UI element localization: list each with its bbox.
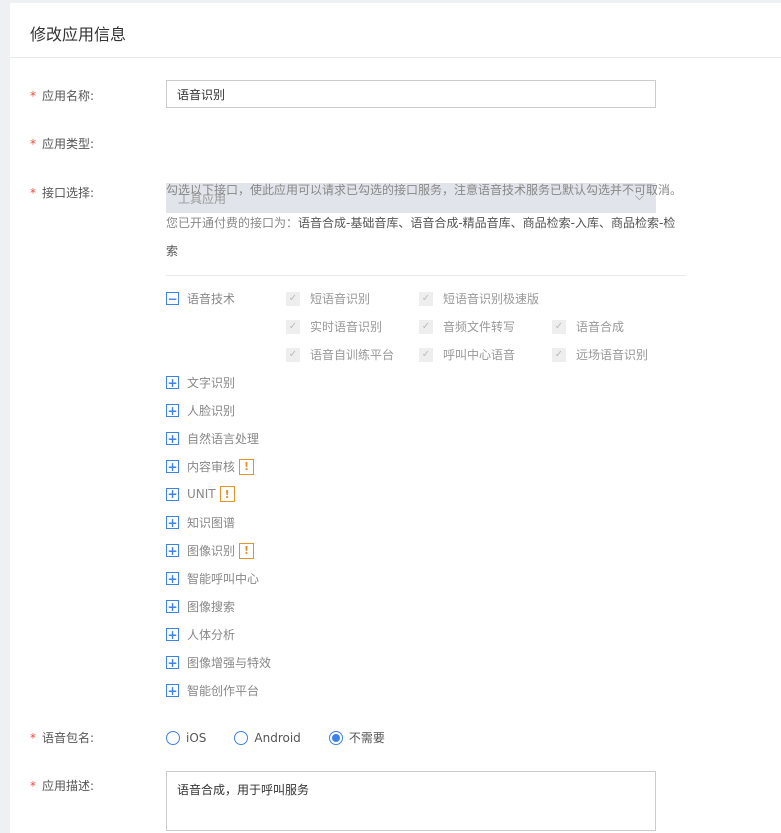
desc-label: * 应用描述: bbox=[30, 779, 95, 793]
check-icon: ✓ bbox=[419, 347, 433, 362]
api-checkbox: ✓ 语音合成 bbox=[552, 318, 624, 335]
tree-node[interactable]: + 图像识别! bbox=[166, 542, 255, 559]
check-icon: ✓ bbox=[552, 347, 566, 362]
check-icon: ✓ bbox=[419, 319, 433, 334]
tree-node[interactable]: + 知识图谱 bbox=[166, 514, 235, 531]
tree-node[interactable]: + 人脸识别 bbox=[166, 402, 235, 419]
expand-icon[interactable]: + bbox=[166, 600, 179, 613]
check-icon: ✓ bbox=[419, 291, 433, 306]
collapse-icon[interactable]: − bbox=[166, 292, 179, 305]
tree-node[interactable]: + 图像增强与特效 bbox=[166, 654, 271, 671]
expand-icon[interactable]: + bbox=[166, 516, 179, 529]
tree-node-speech[interactable]: − 语音技术 bbox=[166, 290, 235, 307]
warning-icon: ! bbox=[239, 542, 255, 559]
expand-icon[interactable]: + bbox=[166, 544, 179, 557]
radio-android[interactable]: Android bbox=[234, 729, 301, 746]
page-title: 修改应用信息 bbox=[10, 3, 781, 58]
api-label: * 接口选择: bbox=[30, 186, 95, 200]
api-checkbox: ✓ 短语音识别 bbox=[286, 290, 370, 307]
type-label: * 应用类型: bbox=[30, 137, 95, 151]
tree-node[interactable]: + 人体分析 bbox=[166, 626, 235, 643]
expand-icon[interactable]: + bbox=[166, 376, 179, 389]
tree-node[interactable]: + 图像搜索 bbox=[166, 598, 235, 615]
app-name-input[interactable] bbox=[166, 80, 656, 108]
tree-node[interactable]: + 智能创作平台 bbox=[166, 682, 259, 699]
api-checkbox: ✓ 呼叫中心语音 bbox=[419, 346, 515, 363]
check-icon: ✓ bbox=[286, 291, 300, 306]
warning-icon: ! bbox=[239, 458, 255, 475]
tree-node[interactable]: + 文字识别 bbox=[166, 374, 235, 391]
radio-ios[interactable]: iOS bbox=[166, 729, 206, 746]
expand-icon[interactable]: + bbox=[166, 487, 179, 501]
api-checkbox: ✓ 短语音识别极速版 bbox=[419, 290, 539, 307]
expand-icon[interactable]: + bbox=[166, 404, 179, 417]
edit-app-card: 修改应用信息 *应用名称: *应用类型: 工具应用⌵ *接口选择: 勾选以下接口… bbox=[10, 3, 781, 833]
warning-icon: ! bbox=[219, 486, 235, 502]
expand-icon[interactable]: + bbox=[166, 684, 179, 697]
expand-icon[interactable]: + bbox=[166, 656, 179, 669]
package-radio-group: iOS Android 不需要 bbox=[166, 729, 413, 746]
package-label: * 语音包名: bbox=[30, 731, 95, 745]
expand-icon[interactable]: + bbox=[166, 432, 179, 445]
check-icon: ✓ bbox=[286, 319, 300, 334]
name-label: * 应用名称: bbox=[30, 89, 95, 103]
check-icon: ✓ bbox=[552, 319, 566, 334]
api-checkbox: ✓ 实时语音识别 bbox=[286, 318, 382, 335]
radio-none[interactable]: 不需要 bbox=[328, 729, 385, 746]
expand-icon[interactable]: + bbox=[166, 628, 179, 641]
expand-icon[interactable]: + bbox=[166, 460, 179, 473]
tree-node[interactable]: + 自然语言处理 bbox=[166, 430, 259, 447]
api-checkbox: ✓ 远场语音识别 bbox=[552, 346, 648, 363]
expand-icon[interactable]: + bbox=[166, 572, 179, 585]
divider bbox=[166, 275, 686, 276]
api-checkbox: ✓ 音频文件转写 bbox=[419, 318, 515, 335]
tree-node[interactable]: + UNIT! bbox=[166, 486, 235, 502]
tree-node[interactable]: + 智能呼叫中心 bbox=[166, 570, 259, 587]
check-icon: ✓ bbox=[286, 347, 300, 362]
app-desc-textarea[interactable]: 语音合成，用于呼叫服务 bbox=[166, 771, 656, 831]
api-checkbox: ✓ 语音自训练平台 bbox=[286, 346, 394, 363]
api-hint: 勾选以下接口，使此应用可以请求已勾选的接口服务，注意语音技术服务已默认勾选并不可… bbox=[166, 183, 683, 258]
tree-node[interactable]: + 内容审核! bbox=[166, 458, 255, 475]
